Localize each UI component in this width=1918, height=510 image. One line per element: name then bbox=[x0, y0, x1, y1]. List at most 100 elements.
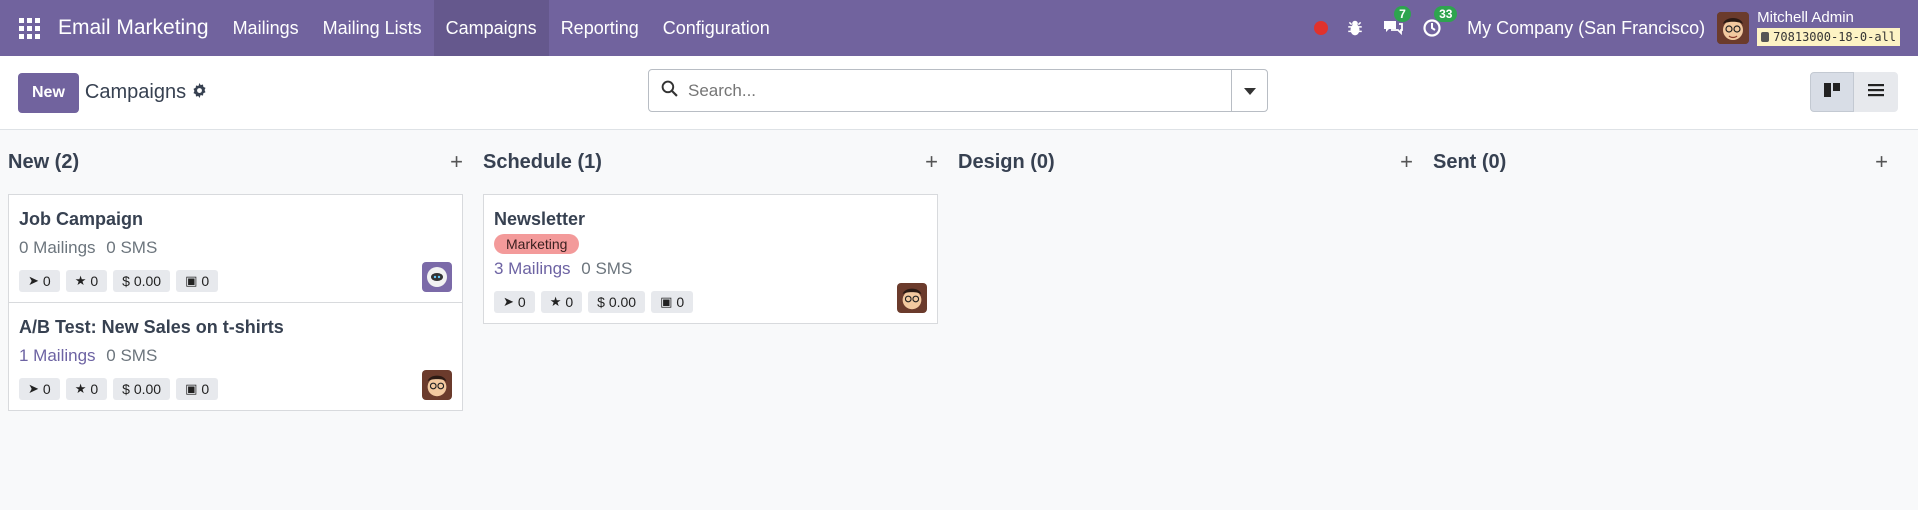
stars-pill: ★ 0 bbox=[65, 378, 108, 400]
debug-bug-icon[interactable] bbox=[1346, 19, 1364, 37]
sms-count[interactable]: 0 SMS bbox=[106, 238, 157, 257]
menu-item-campaigns[interactable]: Campaigns bbox=[433, 0, 549, 56]
add-plus-icon[interactable]: + bbox=[450, 149, 463, 175]
money-value: 0 bbox=[201, 273, 210, 289]
main-menu: Mailings Mailing Lists Campaigns Reporti… bbox=[221, 0, 782, 56]
money-value: 0 bbox=[676, 294, 685, 310]
money-pill: ▣ 0 bbox=[176, 378, 219, 400]
column-title[interactable]: Schedule (1) bbox=[483, 151, 602, 174]
card-title: Newsletter bbox=[494, 209, 586, 229]
mailings-count[interactable]: 1 Mailings bbox=[19, 346, 96, 365]
list-view-button[interactable] bbox=[1854, 72, 1898, 112]
kanban-board: New (2) + Job Campaign 0 Mailings 0 SMS … bbox=[0, 130, 1918, 411]
add-plus-icon[interactable]: + bbox=[1875, 149, 1888, 175]
column-title[interactable]: Sent (0) bbox=[1433, 151, 1506, 174]
revenue-value: $ 0.00 bbox=[122, 381, 162, 397]
robot-avatar[interactable] bbox=[422, 262, 452, 292]
recording-indicator-icon[interactable] bbox=[1314, 21, 1329, 35]
menu-item-configuration[interactable]: Configuration bbox=[651, 0, 782, 56]
add-plus-icon[interactable]: + bbox=[1400, 149, 1413, 175]
revenue-pill: $ 0.00 bbox=[588, 291, 646, 313]
card-kpis: ➤ 0 ★ 0 $ 0.00 ▣ 0 bbox=[19, 270, 452, 292]
clicks-value: 0 bbox=[42, 273, 51, 289]
user-avatar[interactable] bbox=[422, 370, 452, 400]
money-icon: ▣ bbox=[660, 294, 673, 309]
kanban-card[interactable]: Job Campaign 0 Mailings 0 SMS ➤ 0 ★ 0 $ 0.… bbox=[8, 194, 463, 303]
user-avatar[interactable] bbox=[897, 283, 927, 313]
user-menu[interactable]: Mitchell Admin 70813000-18-0-all bbox=[1717, 10, 1900, 46]
list-icon bbox=[1867, 82, 1885, 103]
stars-value: 0 bbox=[565, 294, 574, 310]
kanban-view-button[interactable] bbox=[1810, 72, 1854, 112]
new-button[interactable]: New bbox=[18, 72, 79, 113]
revenue-value: $ 0.00 bbox=[597, 294, 637, 310]
column-header: New (2) + bbox=[8, 130, 463, 194]
tag-badge: Marketing bbox=[494, 234, 580, 254]
user-name: Mitchell Admin bbox=[1757, 9, 1854, 26]
activities-badge: 33 bbox=[1434, 6, 1458, 22]
database-icon bbox=[1761, 32, 1770, 42]
menu-item-reporting[interactable]: Reporting bbox=[549, 0, 651, 56]
navbar-systray: 7 33 My Company (San Francisco) Mitchell… bbox=[1305, 0, 1918, 56]
search-input[interactable] bbox=[688, 80, 1231, 101]
clicks-pill: ➤ 0 bbox=[494, 291, 535, 313]
app-title[interactable]: Email Marketing bbox=[58, 16, 221, 40]
user-info: Mitchell Admin 70813000-18-0-all bbox=[1757, 10, 1900, 46]
user-avatar bbox=[1717, 12, 1750, 44]
card-stats: 0 Mailings 0 SMS bbox=[19, 238, 452, 258]
search-icon bbox=[661, 80, 678, 102]
money-pill: ▣ 0 bbox=[651, 291, 694, 313]
card-title: A/B Test: New Sales on t-shirts bbox=[19, 317, 284, 337]
column-header: Schedule (1) + bbox=[483, 130, 938, 194]
kanban-column-new: New (2) + Job Campaign 0 Mailings 0 SMS … bbox=[8, 130, 483, 411]
sms-count[interactable]: 0 SMS bbox=[581, 259, 632, 278]
money-icon: ▣ bbox=[185, 273, 198, 288]
page-title: Campaigns bbox=[84, 81, 187, 103]
star-icon: ★ bbox=[74, 273, 87, 288]
kanban-column-schedule: Schedule (1) + Newsletter Marketing 3 Ma… bbox=[483, 130, 958, 411]
search-bar bbox=[648, 69, 1268, 112]
clicks-pill: ➤ 0 bbox=[19, 270, 60, 292]
column-title[interactable]: New (2) bbox=[8, 151, 79, 174]
kanban-card[interactable]: A/B Test: New Sales on t-shirts 1 Mailin… bbox=[8, 303, 463, 411]
column-header: Sent (0) + bbox=[1433, 130, 1888, 194]
revenue-pill: $ 0.00 bbox=[113, 270, 171, 292]
kanban-card[interactable]: Newsletter Marketing 3 Mailings 0 SMS ➤ 0… bbox=[483, 194, 938, 324]
money-value: 0 bbox=[201, 381, 210, 397]
mailings-count[interactable]: 0 Mailings bbox=[19, 238, 96, 257]
breadcrumb: Campaigns bbox=[85, 81, 207, 104]
add-plus-icon[interactable]: + bbox=[925, 149, 938, 175]
clicks-pill: ➤ 0 bbox=[19, 378, 60, 400]
database-name: 70813000-18-0-all bbox=[1773, 30, 1896, 44]
stars-value: 0 bbox=[90, 273, 99, 289]
card-kpis: ➤ 0 ★ 0 $ 0.00 ▣ 0 bbox=[494, 291, 927, 313]
control-panel: New Campaigns bbox=[0, 56, 1918, 130]
column-title[interactable]: Design (0) bbox=[958, 151, 1055, 174]
clicks-value: 0 bbox=[517, 294, 526, 310]
database-tag: 70813000-18-0-all bbox=[1757, 28, 1900, 46]
stars-value: 0 bbox=[90, 381, 99, 397]
messages-icon[interactable]: 7 bbox=[1382, 6, 1411, 38]
sms-count[interactable]: 0 SMS bbox=[106, 346, 157, 365]
money-pill: ▣ 0 bbox=[176, 270, 219, 292]
clicks-value: 0 bbox=[42, 381, 51, 397]
cursor-icon: ➤ bbox=[28, 381, 39, 396]
mailings-count[interactable]: 3 Mailings bbox=[494, 259, 571, 278]
messages-badge: 7 bbox=[1394, 6, 1411, 22]
star-icon: ★ bbox=[549, 294, 562, 309]
gear-icon[interactable] bbox=[192, 81, 207, 104]
search-options-toggle[interactable] bbox=[1231, 70, 1267, 111]
activities-clock-icon[interactable]: 33 bbox=[1422, 6, 1458, 38]
menu-item-mailings[interactable]: Mailings bbox=[221, 0, 311, 56]
money-icon: ▣ bbox=[185, 381, 198, 396]
kanban-column-sent: Sent (0) + bbox=[1433, 130, 1908, 411]
menu-item-mailing-lists[interactable]: Mailing Lists bbox=[311, 0, 434, 56]
card-stats: 3 Mailings 0 SMS bbox=[494, 259, 927, 279]
kanban-icon bbox=[1823, 82, 1841, 103]
company-switcher[interactable]: My Company (San Francisco) bbox=[1467, 18, 1705, 39]
cursor-icon: ➤ bbox=[28, 273, 39, 288]
star-icon: ★ bbox=[74, 381, 87, 396]
app-menu-icon[interactable] bbox=[0, 0, 58, 56]
card-kpis: ➤ 0 ★ 0 $ 0.00 ▣ 0 bbox=[19, 378, 452, 400]
caret-down-icon bbox=[1243, 81, 1256, 101]
